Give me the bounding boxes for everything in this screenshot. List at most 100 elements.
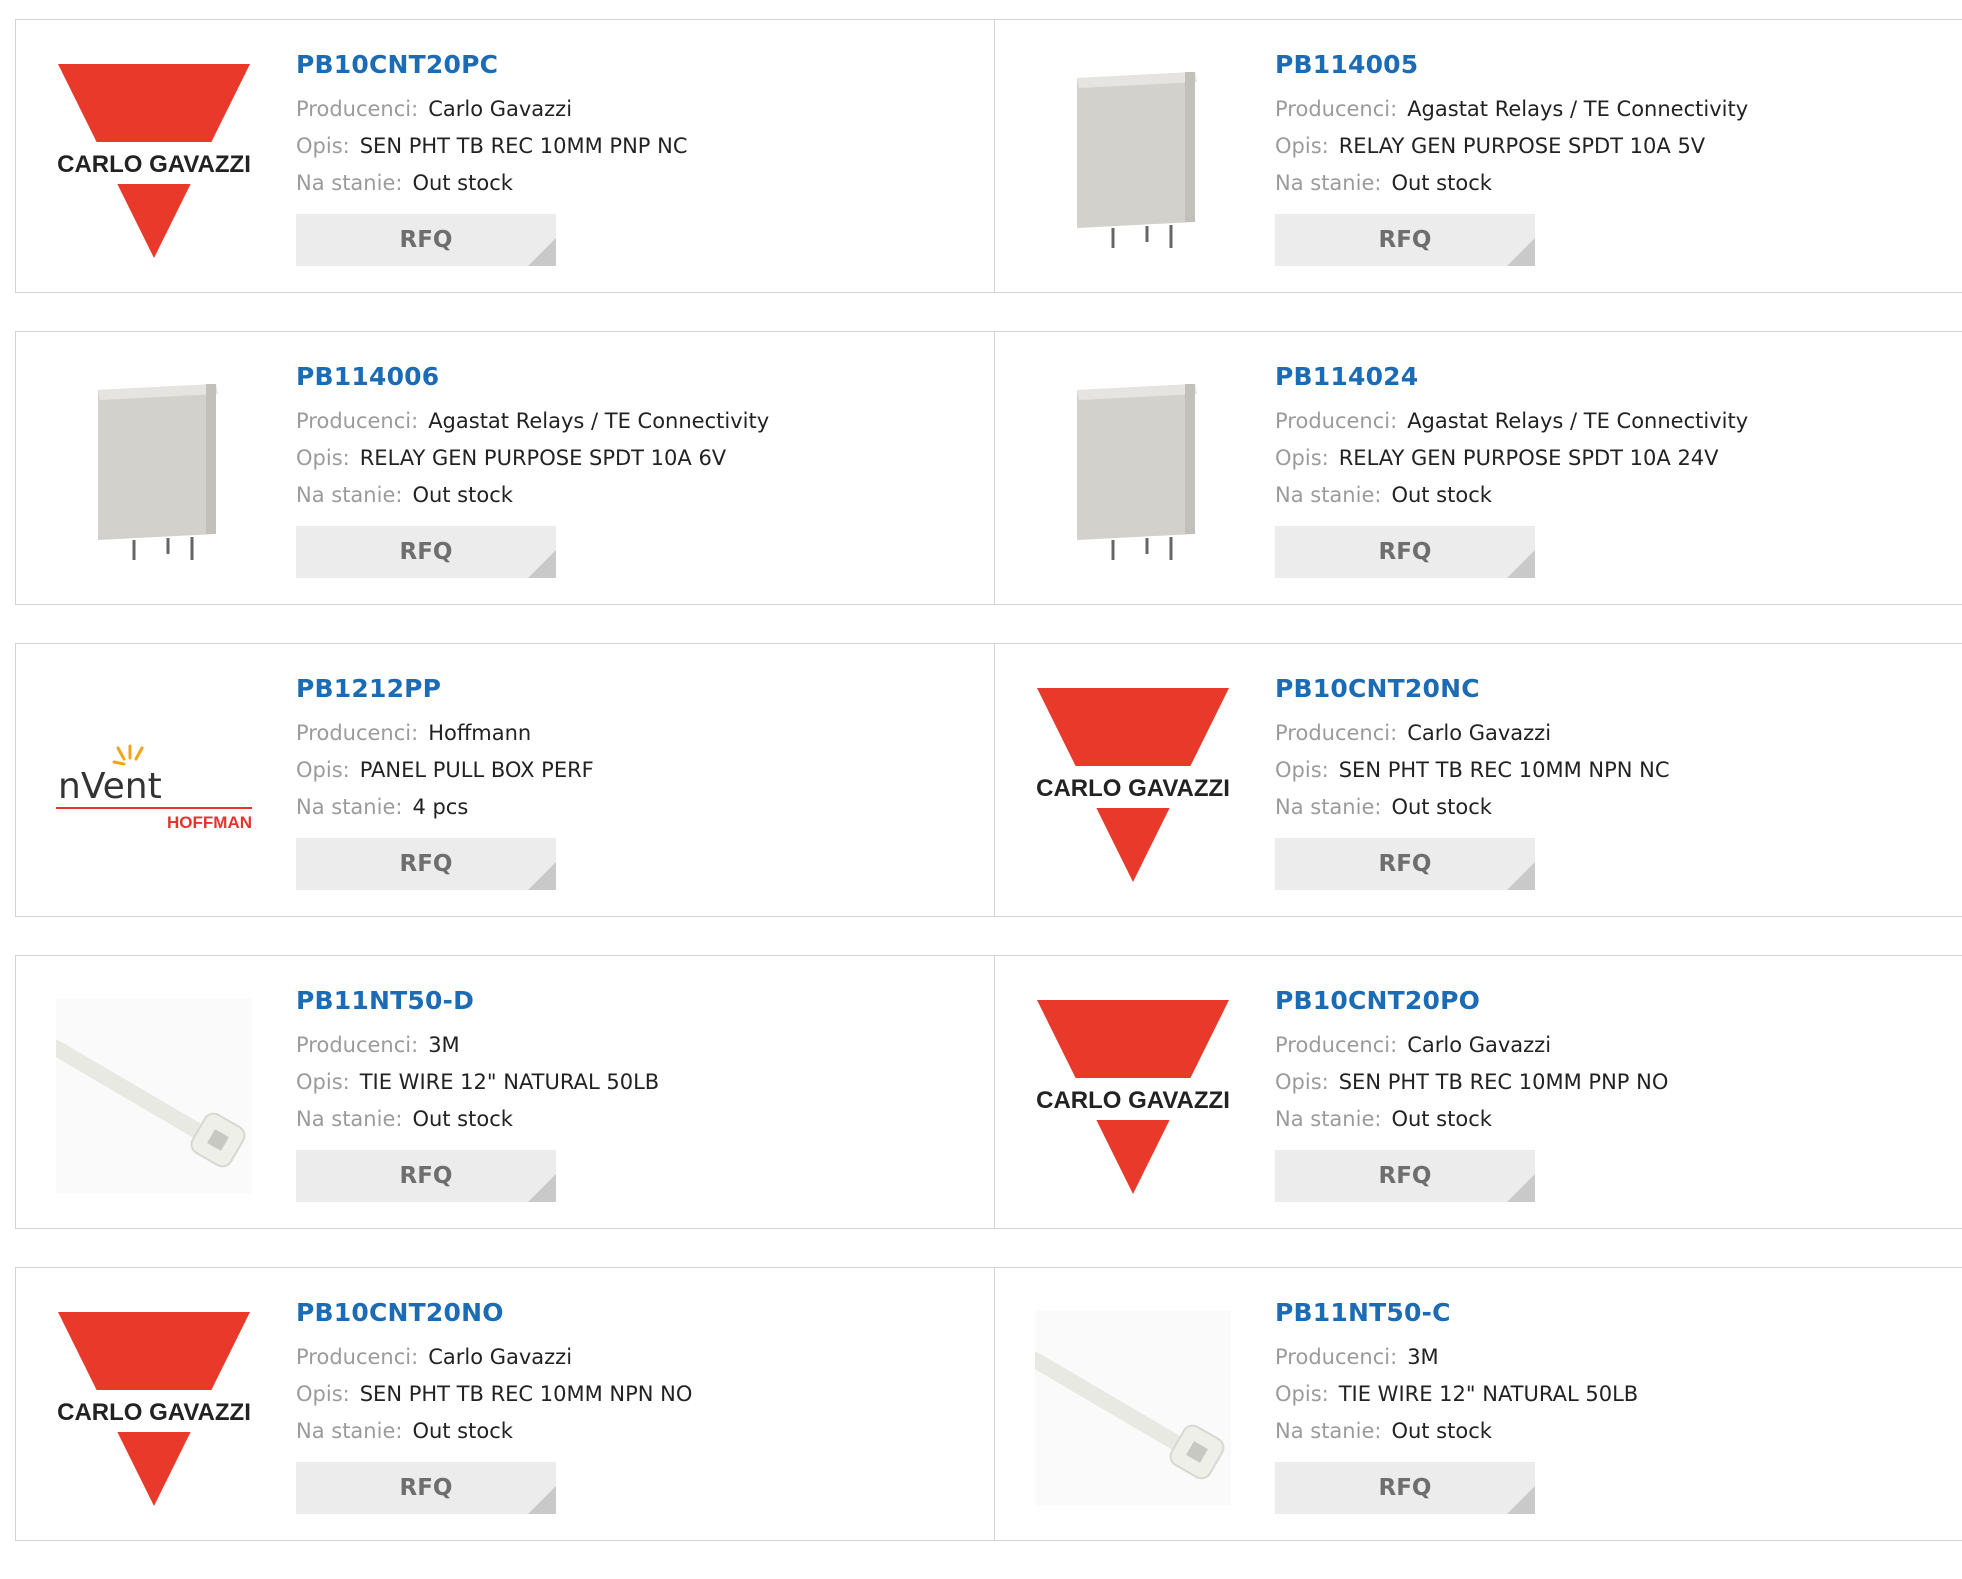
part-number-link[interactable]: PB114005 xyxy=(1275,50,1748,79)
product-image[interactable] xyxy=(1035,62,1231,258)
rfq-button[interactable]: RFQ xyxy=(1275,214,1535,266)
stock-value: Out stock xyxy=(412,483,513,507)
product-image[interactable]: CARLO GAVAZZI xyxy=(1035,998,1231,1194)
relay-photo xyxy=(1065,72,1205,248)
manufacturer-label: Producenci: xyxy=(296,1345,419,1369)
product-info: PB11NT50-C Producenci: 3M Opis: TIE WIRE 12"… xyxy=(1275,1298,1638,1514)
stock-label: Na stanie: xyxy=(1275,1419,1382,1443)
stock-label: Na stanie: xyxy=(1275,171,1382,195)
manufacturer-label: Producenci: xyxy=(296,1033,419,1057)
rfq-label: RFQ xyxy=(1378,851,1432,877)
stock-line: Na stanie: Out stock xyxy=(296,165,688,202)
stock-value: Out stock xyxy=(1391,483,1492,507)
stock-label: Na stanie: xyxy=(296,1419,403,1443)
stock-line: Na stanie: 4 pcs xyxy=(296,789,594,826)
product-info: PB114006 Producenci: Agastat Relays / TE C… xyxy=(296,362,769,578)
description-label: Opis: xyxy=(1275,1070,1329,1094)
rfq-label: RFQ xyxy=(1378,539,1432,565)
product-image[interactable]: CARLO GAVAZZI xyxy=(1035,686,1231,882)
rfq-label: RFQ xyxy=(399,851,453,877)
manufacturer-value: Agastat Relays / TE Connectivity xyxy=(1407,409,1749,433)
description-value: RELAY GEN PURPOSE SPDT 10A 6V xyxy=(359,446,727,470)
rfq-button[interactable]: RFQ xyxy=(1275,838,1535,890)
manufacturer-value: Agastat Relays / TE Connectivity xyxy=(1407,97,1749,121)
stock-label: Na stanie: xyxy=(296,795,403,819)
product-info: PB10CNT20PO Producenci: Carlo Gavazzi Opis:… xyxy=(1275,986,1668,1202)
product-row: CARLO GAVAZZI PB10CNT20NO Producenci: Carlo… xyxy=(15,1267,1962,1541)
rfq-button[interactable]: RFQ xyxy=(1275,1462,1535,1514)
stock-line: Na stanie: Out stock xyxy=(296,1101,659,1138)
product-info: PB1212PP Producenci: Hoffmann Opis: PANEL PU… xyxy=(296,674,594,890)
rfq-label: RFQ xyxy=(1378,1163,1432,1189)
corner-decoration xyxy=(528,862,556,890)
part-number-link[interactable]: PB114024 xyxy=(1275,362,1748,391)
carlo-gavazzi-logo: CARLO GAVAZZI xyxy=(1035,688,1231,882)
part-number-link[interactable]: PB11NT50-D xyxy=(296,986,659,1015)
description-label: Opis: xyxy=(296,758,350,782)
manufacturer-line: Producenci: Agastat Relays / TE Connectiv… xyxy=(1275,91,1748,128)
rfq-button[interactable]: RFQ xyxy=(296,838,556,890)
product-image[interactable]: CARLO GAVAZZI xyxy=(56,62,252,258)
part-number-link[interactable]: PB10CNT20PO xyxy=(1275,986,1668,1015)
description-line: Opis: SEN PHT TB REC 10MM NPN NO xyxy=(296,1376,692,1413)
product-info: PB114024 Producenci: Agastat Relays / TE C… xyxy=(1275,362,1748,578)
stock-line: Na stanie: Out stock xyxy=(1275,165,1748,202)
part-number-link[interactable]: PB10CNT20NO xyxy=(296,1298,692,1327)
corner-decoration xyxy=(528,1486,556,1514)
relay-photo xyxy=(86,384,226,560)
carlo-gavazzi-logo: CARLO GAVAZZI xyxy=(1035,1000,1231,1194)
description-value: TIE WIRE 12" NATURAL 50LB xyxy=(1338,1382,1639,1406)
product-info: PB114005 Producenci: Agastat Relays / TE C… xyxy=(1275,50,1748,266)
manufacturer-label: Producenci: xyxy=(1275,1345,1398,1369)
manufacturer-line: Producenci: 3M xyxy=(296,1027,659,1064)
stock-line: Na stanie: Out stock xyxy=(1275,477,1748,514)
description-value: RELAY GEN PURPOSE SPDT 10A 5V xyxy=(1338,134,1706,158)
svg-text:CARLO GAVAZZI: CARLO GAVAZZI xyxy=(57,1399,251,1426)
rfq-button[interactable]: RFQ xyxy=(296,1150,556,1202)
rfq-label: RFQ xyxy=(1378,227,1432,253)
description-value: SEN PHT TB REC 10MM PNP NC xyxy=(359,134,688,158)
product-image[interactable] xyxy=(1035,1310,1231,1506)
manufacturer-value: Carlo Gavazzi xyxy=(1407,1033,1552,1057)
manufacturer-label: Producenci: xyxy=(1275,721,1398,745)
rfq-button[interactable]: RFQ xyxy=(296,526,556,578)
part-number-link[interactable]: PB10CNT20PC xyxy=(296,50,688,79)
manufacturer-label: Producenci: xyxy=(1275,1033,1398,1057)
manufacturer-value: 3M xyxy=(1407,1345,1439,1369)
rfq-button[interactable]: RFQ xyxy=(1275,1150,1535,1202)
description-line: Opis: PANEL PULL BOX PERF xyxy=(296,752,594,789)
rfq-button[interactable]: RFQ xyxy=(1275,526,1535,578)
description-label: Opis: xyxy=(1275,758,1329,782)
corner-decoration xyxy=(1507,862,1535,890)
rfq-button[interactable]: RFQ xyxy=(296,214,556,266)
stock-value: 4 pcs xyxy=(412,795,469,819)
manufacturer-value: Carlo Gavazzi xyxy=(428,1345,573,1369)
description-line: Opis: SEN PHT TB REC 10MM PNP NO xyxy=(1275,1064,1668,1101)
product-row: nVent HOFFMAN PB1212PP Producenci: Hoffmann O… xyxy=(15,643,1962,917)
description-label: Opis: xyxy=(1275,1382,1329,1406)
part-number-link[interactable]: PB11NT50-C xyxy=(1275,1298,1638,1327)
part-number-link[interactable]: PB114006 xyxy=(296,362,769,391)
corner-decoration xyxy=(1507,238,1535,266)
product-image[interactable]: nVent HOFFMAN xyxy=(56,686,252,882)
corner-decoration xyxy=(1507,1174,1535,1202)
product-image[interactable] xyxy=(1035,374,1231,570)
cable-tie-photo xyxy=(1035,1310,1231,1506)
product-image[interactable] xyxy=(56,374,252,570)
description-line: Opis: RELAY GEN PURPOSE SPDT 10A 24V xyxy=(1275,440,1748,477)
rfq-button[interactable]: RFQ xyxy=(296,1462,556,1514)
part-number-link[interactable]: PB1212PP xyxy=(296,674,594,703)
part-number-link[interactable]: PB10CNT20NC xyxy=(1275,674,1670,703)
stock-value: Out stock xyxy=(412,1107,513,1131)
product-card: CARLO GAVAZZI PB10CNT20NO Producenci: Carlo… xyxy=(16,1268,994,1540)
product-image[interactable] xyxy=(56,998,252,1194)
product-card: PB11NT50-D Producenci: 3M Opis: TIE WIRE 12"… xyxy=(16,956,994,1228)
product-card: PB114005 Producenci: Agastat Relays / TE C… xyxy=(994,20,1962,292)
description-label: Opis: xyxy=(1275,446,1329,470)
rfq-label: RFQ xyxy=(399,1163,453,1189)
manufacturer-label: Producenci: xyxy=(296,97,419,121)
manufacturer-label: Producenci: xyxy=(296,721,419,745)
svg-text:CARLO GAVAZZI: CARLO GAVAZZI xyxy=(57,151,251,178)
product-image[interactable]: CARLO GAVAZZI xyxy=(56,1310,252,1506)
manufacturer-label: Producenci: xyxy=(1275,409,1398,433)
